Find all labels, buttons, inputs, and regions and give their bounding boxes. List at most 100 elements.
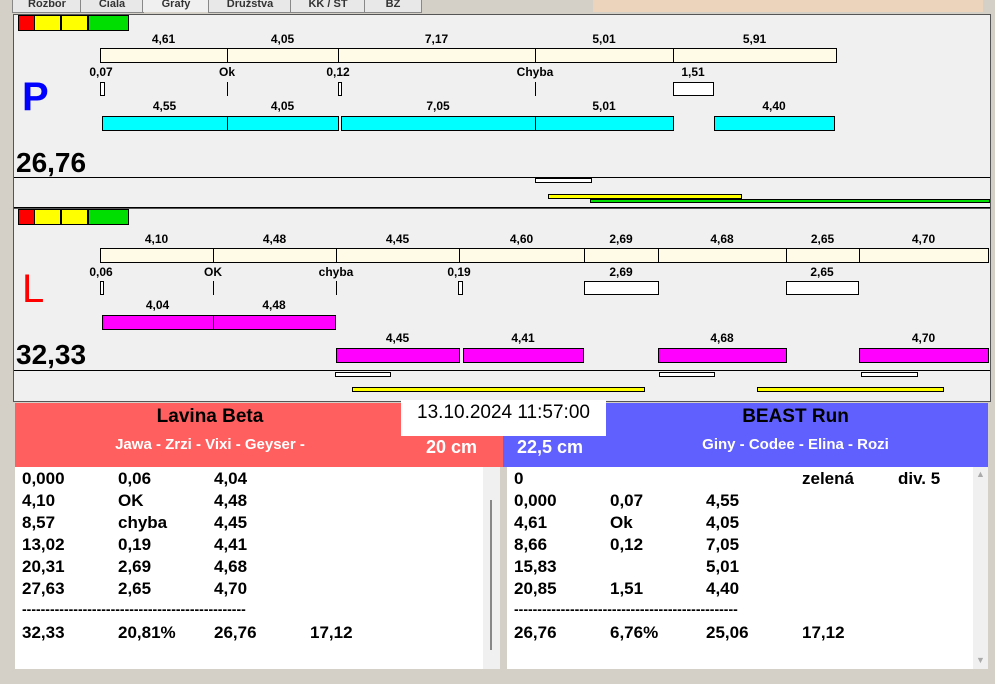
p-time-label: 4,05 — [270, 32, 295, 46]
l-strip-bar — [352, 387, 645, 392]
right-team-results: 0 zelená div. 5 0,000 0,07 4,55 4,61 Ok 4,05 8,66… — [507, 467, 973, 669]
result-cell: div. 5 — [898, 469, 941, 488]
l-time-bar — [459, 248, 585, 263]
result-cell: 0 — [514, 469, 524, 488]
legend-swatch-yellow — [34, 15, 61, 31]
result-cell: 20,85 — [514, 579, 557, 598]
result-cell: Ok — [610, 513, 633, 532]
separator: ----------------------------------------… — [22, 601, 246, 617]
result-cell: 2,65 — [118, 579, 152, 598]
result-cell: 7,05 — [706, 535, 740, 554]
result-cell: 4,68 — [214, 557, 248, 576]
legend-swatch-yellow — [61, 209, 88, 225]
l-run2-bar — [463, 348, 584, 363]
tab-0[interactable]: Rozbor — [12, 0, 82, 13]
p-mark-label: Ok — [218, 65, 236, 79]
l-time-bar — [336, 248, 460, 263]
right-team-name: BEAST Run — [742, 406, 849, 427]
l-run-bar — [102, 315, 214, 330]
tab-2[interactable]: Grafy — [142, 0, 210, 12]
total-cell: 25,06 — [706, 623, 749, 642]
l-lane-total: 32,33 — [16, 339, 87, 370]
result-cell: 4,55 — [706, 491, 740, 510]
p-marker-bar — [100, 82, 105, 96]
right-team-height: 22,5 cm — [517, 437, 584, 457]
legend-swatch-green — [88, 209, 129, 225]
result-cell: 4,40 — [706, 579, 740, 598]
scroll-down-icon[interactable]: ▼ — [976, 655, 985, 665]
scroll-up-icon[interactable]: ▲ — [976, 469, 985, 479]
p-run-bar — [535, 116, 674, 131]
l-strip-bar — [861, 372, 918, 377]
l-marker-line — [336, 281, 337, 295]
p-time-bar — [227, 48, 339, 63]
result-cell: 15,83 — [514, 557, 557, 576]
tab-3[interactable]: Družstva — [208, 0, 292, 13]
l-time-bar — [859, 248, 989, 263]
left-team-results: 0,000 0,06 4,04 4,10 OK 4,48 8,57 chyba 4,45 13,0… — [15, 467, 483, 669]
p-run-label: 5,01 — [592, 99, 616, 113]
legend-swatch-yellow — [61, 15, 88, 31]
result-cell: 1,51 — [610, 579, 644, 598]
l-time-label: 4,60 — [509, 232, 534, 246]
legend-swatch-yellow — [34, 209, 61, 225]
result-cell: 0,06 — [118, 469, 152, 488]
tab-1[interactable]: Ciala — [80, 0, 144, 13]
l-strip-bar — [335, 372, 391, 377]
tab-4[interactable]: KK / ST — [290, 0, 366, 13]
left-team-name: Lavina Beta — [156, 406, 264, 427]
result-cell: 4,10 — [22, 491, 56, 510]
l-run2-label: 4,68 — [710, 331, 734, 345]
result-cell: 20,31 — [22, 557, 65, 576]
total-cell: 32,33 — [22, 623, 65, 642]
datetime-display: 13.10.2024 11:57:00 — [401, 400, 606, 436]
l-run2-bar — [336, 348, 460, 363]
p-time-bar — [673, 48, 837, 63]
p-time-bar — [338, 48, 536, 63]
top-strip — [593, 0, 983, 12]
p-run-label: 7,05 — [426, 99, 450, 113]
p-mark-label: 1,51 — [681, 65, 705, 79]
l-run-label: 4,04 — [145, 298, 170, 312]
p-marker-line — [535, 82, 536, 96]
l-run2-label: 4,70 — [911, 331, 936, 345]
p-time-bar — [100, 48, 228, 63]
result-cell: 27,63 — [22, 579, 65, 598]
result-cell: 4,61 — [514, 513, 548, 532]
p-lane-total: 26,76 — [16, 147, 87, 178]
p-mark-label: Chyba — [516, 65, 554, 79]
p-run-bar — [714, 116, 835, 131]
l-time-label: 2,69 — [609, 232, 633, 246]
total-cell: 26,76 — [214, 623, 257, 642]
result-cell: 4,04 — [214, 469, 248, 488]
p-strip-bar — [590, 199, 990, 203]
p-run-bar — [341, 116, 536, 131]
p-run-label: 4,05 — [270, 99, 295, 113]
p-mark-label: 0,07 — [89, 65, 113, 79]
l-time-bar — [213, 248, 337, 263]
l-time-bar — [786, 248, 860, 263]
l-marker-bar — [100, 281, 104, 295]
l-marker-line — [213, 281, 214, 295]
right-scrollbar[interactable]: ▲ ▼ — [973, 467, 988, 669]
result-cell: 2,69 — [118, 557, 152, 576]
p-time-label: 5,91 — [742, 32, 767, 46]
tab-5[interactable]: BZ — [364, 0, 422, 13]
result-cell: 4,48 — [214, 491, 248, 510]
total-cell: 26,76 — [514, 623, 557, 642]
l-run-bar — [213, 315, 336, 330]
l-time-label: 2,65 — [810, 232, 835, 246]
l-strip-bar — [659, 372, 715, 377]
result-cell: zelená — [802, 469, 854, 488]
l-time-bar — [658, 248, 787, 263]
l-time-bar — [584, 248, 659, 263]
l-mark-label: chyba — [318, 265, 354, 279]
result-cell: 0,000 — [514, 491, 557, 510]
left-scrollbar[interactable] — [483, 467, 500, 669]
scroll-thumb[interactable] — [490, 500, 492, 650]
result-cell: 0,000 — [22, 469, 65, 488]
l-mark-label: 0,19 — [447, 265, 471, 279]
result-cell: 8,66 — [514, 535, 548, 554]
p-marker-line — [227, 82, 228, 96]
l-mark-label: 0,06 — [89, 265, 113, 279]
